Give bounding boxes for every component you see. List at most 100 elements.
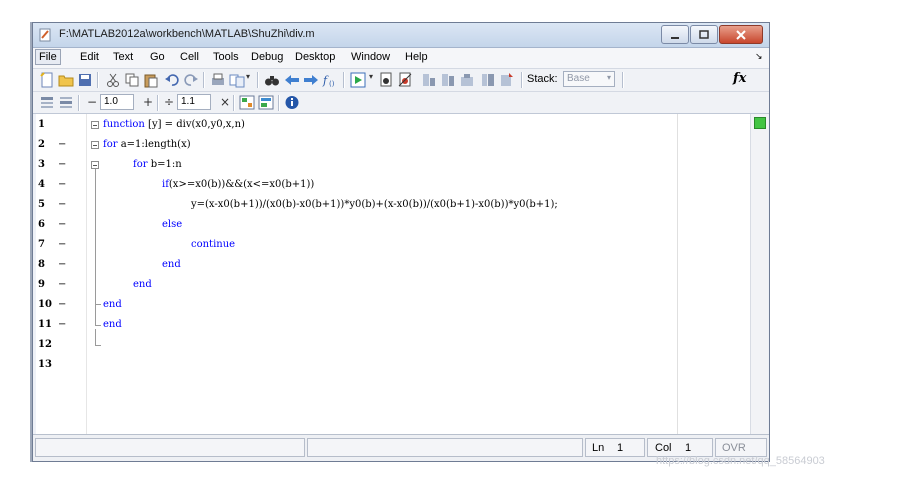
ln-label: Ln — [592, 442, 605, 454]
executable-line-marker[interactable]: − — [58, 299, 66, 310]
executable-line-marker[interactable]: − — [58, 219, 66, 230]
multiply-button[interactable]: × — [220, 95, 230, 109]
stack-dropdown-icon: ▾ — [606, 73, 611, 82]
line-number: 3 — [38, 159, 45, 170]
redo-icon[interactable] — [183, 72, 199, 88]
maximize-button[interactable] — [690, 25, 718, 44]
open-folder-icon[interactable] — [58, 72, 74, 88]
message-bar[interactable] — [750, 114, 768, 435]
run-icon[interactable] — [350, 72, 366, 88]
code-text: a=1:length(x) — [117, 139, 191, 150]
code-text: [y] = div(x0,y0,x,n) — [144, 119, 245, 130]
divide-button[interactable]: ÷ — [164, 95, 174, 109]
decrement-button[interactable]: − — [87, 95, 97, 109]
ovr-label: OVR — [722, 442, 746, 454]
copy-icon[interactable] — [124, 72, 140, 88]
watermark: https://blog.csdn.net/qq_58564903 — [656, 455, 825, 467]
run-dropdown-icon[interactable]: ▾ — [369, 72, 373, 81]
fold-guide — [95, 329, 96, 345]
help-icon[interactable] — [284, 95, 300, 110]
line-number: 10 — [38, 299, 52, 310]
step-out-icon[interactable] — [459, 72, 475, 88]
find-icon[interactable] — [264, 72, 280, 88]
undo-icon[interactable] — [164, 72, 180, 88]
line-number: 9 — [38, 279, 45, 290]
scale-value-field[interactable]: 1.1 — [177, 94, 211, 110]
publish-icon[interactable] — [258, 95, 274, 110]
menu-window[interactable]: Window — [351, 51, 390, 63]
stack-label: Stack: — [527, 73, 558, 85]
right-margin-line — [677, 114, 678, 435]
code-line: continue — [191, 239, 235, 250]
executable-line-marker[interactable]: − — [58, 199, 66, 210]
ln-value: 1 — [617, 442, 624, 454]
cut-icon[interactable] — [105, 72, 121, 88]
cell-eval-advance-icon[interactable] — [58, 95, 74, 110]
cell-toolbar: − 1.0 + ÷ 1.1 × — [33, 92, 769, 114]
menu-help[interactable]: Help — [405, 51, 428, 63]
menu-text[interactable]: Text — [113, 51, 133, 63]
exit-debug-icon[interactable] — [499, 72, 515, 88]
executable-line-marker[interactable]: − — [58, 179, 66, 190]
code-line: y=(x-x0(b+1))/(x0(b)-x0(b+1))*y0(b)+(x-x… — [191, 199, 558, 210]
step-icon[interactable] — [421, 72, 437, 88]
line-number: 1 — [38, 119, 45, 130]
show-cell-titles-icon[interactable] — [239, 95, 255, 110]
code-keyword: continue — [191, 239, 236, 250]
code-line: function [y] = div(x0,y0,x,n) — [103, 119, 245, 130]
editor-window: F:\MATLAB2012a\workbench\MATLAB\ShuZhi\d… — [32, 22, 770, 462]
fold-toggle-icon[interactable] — [91, 141, 99, 149]
insert-function-icon[interactable]: fx — [733, 71, 746, 86]
svg-text:(): () — [329, 80, 335, 88]
executable-line-marker[interactable]: − — [58, 159, 66, 170]
code-editor[interactable]: 1 2 3 4 5 6 7 8 9 10 11 12 13 − − − − − … — [36, 114, 751, 435]
minimize-button[interactable] — [661, 25, 689, 44]
paste-icon[interactable] — [143, 72, 159, 88]
menu-edit[interactable]: Edit — [80, 51, 99, 63]
line-number: 6 — [38, 219, 45, 230]
menu-tools[interactable]: Tools — [213, 51, 239, 63]
code-line: end — [133, 279, 152, 290]
svg-text:f: f — [322, 74, 329, 87]
executable-line-marker[interactable]: − — [58, 259, 66, 270]
menu-file[interactable]: File — [35, 49, 61, 65]
menu-go[interactable]: Go — [150, 51, 165, 63]
menu-desktop[interactable]: Desktop — [295, 51, 335, 63]
fold-toggle-icon[interactable] — [91, 161, 99, 169]
executable-line-marker[interactable]: − — [58, 279, 66, 290]
executable-line-marker[interactable]: − — [58, 319, 66, 330]
breakpoint-set-icon[interactable] — [378, 72, 394, 88]
increment-value-field[interactable]: 1.0 — [100, 94, 134, 110]
minimize-icon — [671, 36, 679, 39]
col-label: Col — [655, 442, 672, 454]
function-browser-icon[interactable]: f() — [322, 72, 338, 88]
executable-line-marker[interactable]: − — [58, 139, 66, 150]
no-warnings-indicator-icon[interactable] — [754, 117, 766, 129]
new-file-icon[interactable] — [39, 72, 55, 88]
back-icon[interactable] — [284, 72, 300, 88]
executable-line-marker[interactable]: − — [58, 239, 66, 250]
save-icon[interactable] — [77, 72, 93, 88]
fold-end-tick — [95, 345, 101, 346]
print-icon[interactable] — [210, 72, 226, 88]
code-keyword: end — [103, 319, 122, 330]
compare-icon[interactable] — [229, 72, 245, 88]
forward-icon[interactable] — [303, 72, 319, 88]
breakpoint-clear-icon[interactable] — [397, 72, 413, 88]
fold-end-tick — [95, 304, 101, 305]
close-button[interactable] — [719, 25, 763, 44]
code-text: y=(x-x0(b+1))/(x0(b)-x0(b+1))*y0(b)+(x-x… — [191, 199, 558, 210]
step-in-icon[interactable] — [440, 72, 456, 88]
menu-cell[interactable]: Cell — [180, 51, 199, 63]
continue-icon[interactable] — [480, 72, 496, 88]
stack-select[interactable]: Base ▾ — [563, 71, 615, 87]
title-bar[interactable]: F:\MATLAB2012a\workbench\MATLAB\ShuZhi\d… — [33, 23, 769, 48]
cell-eval-icon[interactable] — [39, 95, 55, 110]
menu-overflow-icon[interactable]: ↘ — [755, 51, 763, 62]
increment-button[interactable]: + — [143, 95, 153, 109]
fold-toggle-icon[interactable] — [91, 121, 99, 129]
status-info-field — [307, 438, 583, 457]
menu-bar: File Edit Text Go Cell Tools Debug Deskt… — [33, 48, 769, 69]
compare-dropdown-icon[interactable]: ▾ — [246, 72, 250, 81]
menu-debug[interactable]: Debug — [251, 51, 283, 63]
